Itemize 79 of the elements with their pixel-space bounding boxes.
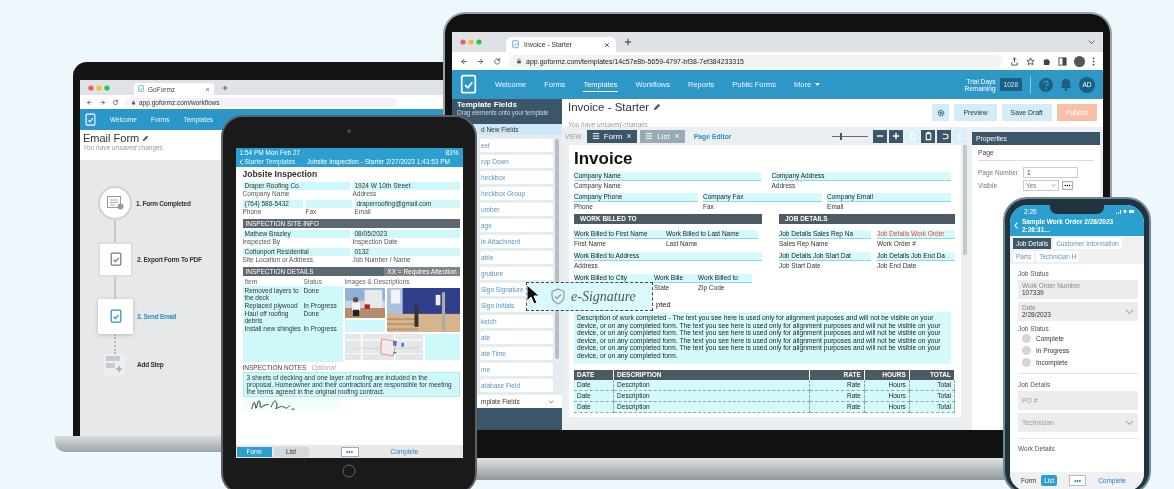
form-title: Invoice bbox=[574, 149, 634, 170]
form-check-icon bbox=[460, 74, 477, 95]
back-icon[interactable] bbox=[86, 98, 93, 106]
star-icon[interactable] bbox=[1026, 56, 1035, 66]
paste-icon bbox=[923, 131, 933, 141]
form-check-icon bbox=[109, 252, 122, 267]
zoom-out-button[interactable] bbox=[873, 129, 887, 143]
chevron-down-icon[interactable] bbox=[1051, 184, 1056, 187]
step-node[interactable] bbox=[98, 186, 132, 220]
view-tab[interactable]: Form bbox=[586, 129, 638, 143]
image-placeholder bbox=[424, 334, 460, 360]
form-title: Jobsite Inspection bbox=[242, 169, 319, 180]
form-check-icon bbox=[109, 309, 122, 324]
form-check-icon bbox=[512, 40, 519, 49]
window-buttons-icon bbox=[88, 84, 112, 91]
plus-icon[interactable] bbox=[222, 84, 228, 91]
more-icon[interactable] bbox=[1062, 181, 1073, 190]
step-node[interactable] bbox=[104, 354, 125, 375]
undo-button[interactable] bbox=[937, 129, 951, 143]
back-chevron-icon[interactable] bbox=[1014, 222, 1018, 229]
profile-icon[interactable] bbox=[1074, 55, 1085, 67]
radio-button[interactable] bbox=[1022, 345, 1031, 355]
add-step-icon bbox=[106, 356, 123, 373]
pencil-icon[interactable] bbox=[653, 103, 662, 111]
cursor-icon bbox=[526, 284, 540, 305]
zoom-slider[interactable] bbox=[832, 132, 868, 140]
field-value[interactable] bbox=[305, 200, 352, 208]
settings-button[interactable] bbox=[932, 104, 950, 121]
back-icon[interactable] bbox=[460, 56, 469, 66]
shield-check-icon bbox=[551, 288, 565, 305]
list-icon bbox=[645, 132, 654, 140]
signature-field[interactable] bbox=[242, 397, 340, 411]
help-icon[interactable] bbox=[1039, 77, 1053, 92]
lock-icon bbox=[131, 99, 136, 105]
radio-button[interactable] bbox=[1022, 357, 1031, 367]
image-placeholder bbox=[344, 320, 385, 332]
connector-line bbox=[114, 220, 116, 242]
copy-icon bbox=[907, 131, 917, 141]
form-check-icon bbox=[85, 112, 96, 127]
scrollbar[interactable] bbox=[963, 145, 967, 255]
lock-icon bbox=[516, 58, 523, 64]
share-icon[interactable] bbox=[1010, 56, 1019, 66]
close-icon[interactable] bbox=[604, 41, 610, 48]
chevron-down-icon[interactable] bbox=[1088, 39, 1095, 45]
bell-icon[interactable] bbox=[1060, 78, 1072, 91]
side-panel-icon[interactable] bbox=[1058, 56, 1067, 66]
plus-icon[interactable] bbox=[624, 38, 632, 46]
caret-icon bbox=[815, 83, 821, 86]
zoom-in-button[interactable] bbox=[889, 129, 903, 143]
window-buttons-icon bbox=[460, 39, 484, 45]
page-title: Email Form bbox=[83, 132, 140, 144]
forward-icon[interactable] bbox=[476, 56, 485, 66]
reload-icon[interactable] bbox=[492, 56, 502, 66]
kebab-menu-icon[interactable] bbox=[1092, 56, 1095, 66]
camera-icon bbox=[347, 129, 351, 133]
status-icons-icon bbox=[1116, 209, 1134, 214]
paste-button[interactable] bbox=[921, 129, 935, 143]
panel-title: Template Fields bbox=[457, 100, 517, 109]
form-icon bbox=[106, 196, 124, 210]
puzzle-icon[interactable] bbox=[1042, 56, 1051, 66]
home-button-icon[interactable] bbox=[342, 464, 356, 478]
forward-icon[interactable] bbox=[99, 98, 106, 106]
reload-icon[interactable] bbox=[112, 98, 119, 106]
form-icon bbox=[591, 132, 600, 140]
drag-preview-label: e-Signature bbox=[571, 288, 636, 305]
gear-icon bbox=[936, 108, 945, 117]
phone-notch bbox=[1050, 205, 1104, 214]
back-chevron-icon[interactable] bbox=[238, 158, 243, 165]
connector-line bbox=[114, 277, 116, 299]
radio-button[interactable] bbox=[1022, 333, 1031, 343]
plus-icon bbox=[892, 132, 900, 140]
close-icon[interactable] bbox=[205, 86, 210, 92]
chevron-down-icon[interactable] bbox=[548, 399, 554, 404]
form-check-icon bbox=[138, 85, 144, 93]
step-node[interactable] bbox=[98, 242, 133, 277]
minus-icon bbox=[876, 132, 884, 140]
template-title: Invoice - Starter bbox=[568, 101, 650, 113]
pencil-icon[interactable] bbox=[142, 134, 150, 142]
redo-icon bbox=[955, 131, 965, 141]
